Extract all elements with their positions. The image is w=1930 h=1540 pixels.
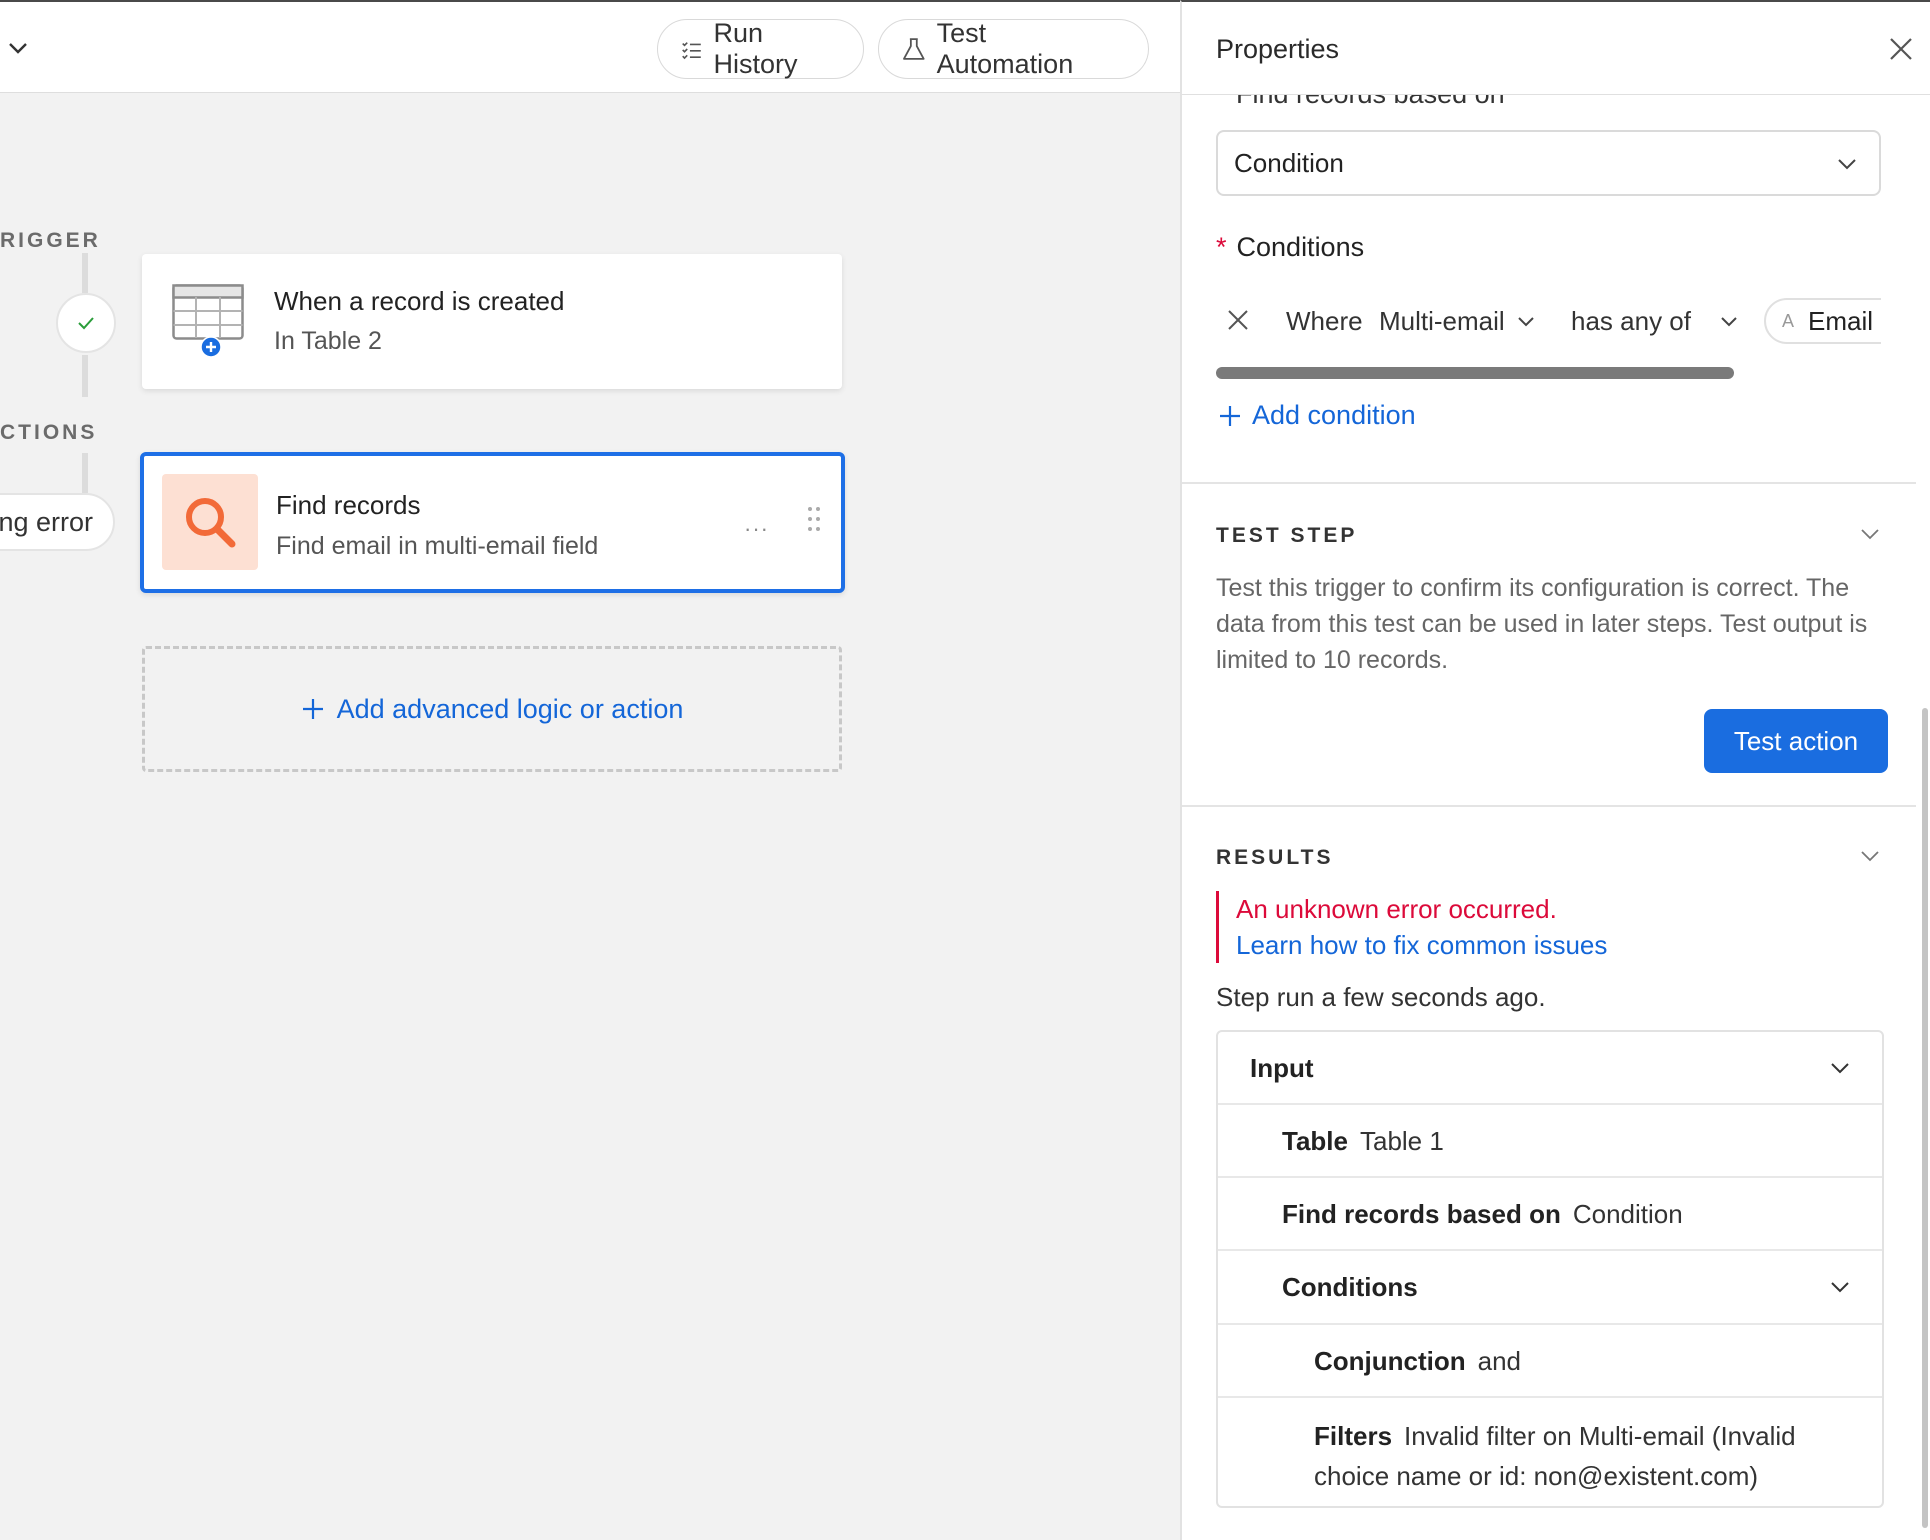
test-automation-label: Test Automation [936,18,1074,79]
connector-line [82,355,88,397]
conjunction-value: and [1477,1346,1522,1376]
check-icon [78,317,94,330]
error-status-label: ng error [0,506,93,537]
trigger-card[interactable]: When a record is created In Table 2 [142,254,842,389]
chevron-down-icon[interactable] [1858,844,1882,868]
based-on-value: Condition [1572,1199,1683,1229]
cutoff-field-label-wrap: Find records based on [1182,95,1930,113]
condition-row: Where Multi-email has any of A Email [1216,292,1881,352]
properties-panel: Properties Find records based on Conditi… [1180,0,1930,1540]
run-history-button[interactable]: Run History [657,18,864,79]
automation-canvas: RIGGER CTIONS ng error When a record is … [0,93,1180,1540]
chevron-down-icon[interactable] [1858,522,1882,546]
remove-condition-icon[interactable] [1226,308,1250,332]
chevron-down-icon[interactable] [1828,1056,1852,1080]
find-based-on-select[interactable]: Condition [1216,130,1881,196]
operator-select[interactable]: has any of [1571,306,1691,337]
required-mark: * [1216,232,1227,262]
where-label: Where [1286,306,1363,336]
results-heading: RESULTS [1216,846,1334,869]
divider [1182,482,1916,484]
add-condition-label: Add condition [1252,400,1416,430]
text-type-icon: A [1782,310,1795,331]
results-input-table: Input Table Table 1 Find records based on… [1216,1030,1884,1508]
find-based-on-value: Condition [1234,147,1344,178]
plus-icon [1220,405,1240,426]
divider [1182,805,1916,807]
help-link[interactable]: Learn how to fix common issues [1236,927,1716,963]
checklist-icon [682,42,701,60]
chevron-down-icon[interactable] [1719,312,1739,332]
filters-key: Filters [1314,1421,1393,1451]
conditions-label: * Conditions [1216,232,1364,263]
field-select[interactable]: Multi-email [1379,306,1505,337]
condition-value: Email [1808,305,1874,336]
conditions-row[interactable]: Conditions [1218,1251,1882,1325]
connector-line [82,453,88,493]
error-message: An unknown error occurred. [1236,894,1557,924]
top-toolbar: Run History Test Automation [0,0,1180,93]
action-card-subtitle: Find email in multi-email field [276,532,599,560]
chevron-down-icon [1838,159,1856,170]
table-row: Filters Invalid filter on Multi-email (In… [1218,1398,1882,1506]
run-history-label: Run History [713,18,798,79]
plus-icon [302,699,323,719]
table-key: Table [1282,1126,1348,1156]
plus-circle-icon [200,336,222,358]
actions-section-label: CTIONS [0,421,98,444]
find-based-on-label: Find records based on [1236,95,1505,110]
chevron-down-icon[interactable] [6,36,30,60]
based-on-key: Find records based on [1282,1199,1561,1229]
flask-icon [903,38,925,60]
table-row: Find records based on Condition [1218,1178,1882,1251]
connector-line [82,253,88,293]
conditions-label-text: Conditions [1236,232,1365,262]
close-icon[interactable] [1888,36,1914,62]
input-label: Input [1250,1053,1314,1083]
search-tile [162,474,258,570]
drag-handle-icon[interactable] [804,504,824,534]
table-icon [172,284,244,340]
more-options-icon[interactable]: ··· [744,516,769,542]
add-condition-button[interactable]: Add condition [1218,400,1416,431]
add-advanced-logic-button[interactable]: Add advanced logic or action [142,646,842,772]
chevron-down-icon[interactable] [1828,1275,1852,1299]
test-step-heading: TEST STEP [1216,524,1358,547]
error-status-pill[interactable]: ng error [0,493,115,551]
action-card-title: Find records [276,490,421,520]
panel-title: Properties [1216,34,1340,64]
test-action-button[interactable]: Test action [1704,709,1888,773]
horizontal-scrollbar[interactable] [1216,367,1734,379]
test-automation-button[interactable]: Test Automation [878,18,1149,79]
condition-value-pill[interactable]: A Email [1764,298,1881,344]
trigger-section-label: RIGGER [0,229,101,252]
action-card-find-records[interactable]: Find records Find email in multi-email f… [140,452,845,593]
input-row[interactable]: Input [1218,1032,1882,1105]
error-callout: An unknown error occurred. Learn how to … [1216,891,1716,963]
table-row: Conjunction and [1218,1325,1882,1398]
test-step-description: Test this trigger to confirm its configu… [1216,574,1868,674]
step-run-time: Step run a few seconds ago. [1216,982,1546,1012]
add-advanced-logic-label: Add advanced logic or action [336,693,684,724]
conditions-key: Conditions [1282,1272,1418,1302]
trigger-card-subtitle: In Table 2 [274,327,382,355]
vertical-scrollbar[interactable] [1922,708,1928,1528]
search-icon [186,498,236,548]
trigger-status [56,293,116,353]
trigger-card-title: When a record is created [274,286,565,316]
table-value: Table 1 [1359,1126,1444,1156]
conjunction-key: Conjunction [1314,1346,1466,1376]
chevron-down-icon[interactable] [1516,312,1536,332]
panel-header: Properties [1182,2,1930,95]
table-row: Table Table 1 [1218,1105,1882,1178]
